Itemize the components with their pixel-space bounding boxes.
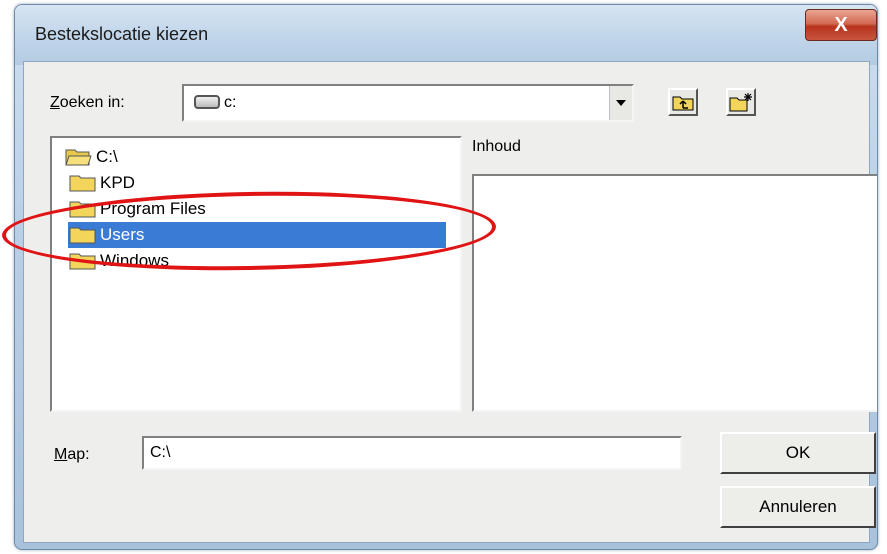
chevron-down-icon <box>616 100 626 106</box>
tree-item-program-files[interactable]: Program Files <box>68 196 206 222</box>
folder-icon <box>69 227 96 244</box>
title-bar: Bestekslocatie kiezen X <box>15 5 877 65</box>
tree-item-c-drive[interactable]: C:\ <box>64 144 118 170</box>
ok-button[interactable]: OK <box>720 432 876 474</box>
tree-item-label: Users <box>100 225 145 244</box>
dialog-window: Bestekslocatie kiezen X Zoeken in: c: C:… <box>14 4 878 550</box>
close-button[interactable]: X <box>805 9 877 41</box>
map-input[interactable]: C:\ <box>142 436 682 470</box>
folder-icon <box>69 201 96 218</box>
map-value: C:\ <box>150 444 171 461</box>
lookin-combobox[interactable]: c: <box>182 84 634 122</box>
contents-list[interactable] <box>472 174 877 412</box>
tree-item-label: Windows <box>100 251 169 270</box>
lookin-value: c: <box>224 94 237 111</box>
folder-up-icon <box>672 96 694 111</box>
lookin-dropdown-button[interactable] <box>609 86 632 120</box>
map-label: Map: <box>54 446 90 463</box>
contents-label: Inhoud <box>472 138 521 155</box>
drive-icon <box>194 95 220 109</box>
tree-item-label: C:\ <box>96 147 118 166</box>
tree-item-windows[interactable]: Windows <box>68 248 169 274</box>
window-title: Bestekslocatie kiezen <box>35 24 209 44</box>
up-one-level-button[interactable] <box>668 88 698 116</box>
new-folder-icon <box>729 93 752 112</box>
tree-item-users[interactable]: Users <box>68 222 446 248</box>
folder-tree[interactable]: C:\ KPD Program Files Users Windows <box>50 136 462 412</box>
close-icon: X <box>834 13 848 36</box>
tree-item-kpd[interactable]: KPD <box>68 170 135 196</box>
lookin-label: Zoeken in: <box>50 94 125 111</box>
cancel-button[interactable]: Annuleren <box>720 486 876 528</box>
open-folder-icon <box>65 149 92 166</box>
tree-item-label: Program Files <box>100 199 206 218</box>
folder-icon <box>69 253 96 270</box>
tree-item-label: KPD <box>100 173 135 192</box>
dialog-body: Zoeken in: c: C:\ KPD Program Files User… <box>23 61 877 543</box>
folder-icon <box>69 175 96 192</box>
new-folder-button[interactable] <box>726 88 756 116</box>
